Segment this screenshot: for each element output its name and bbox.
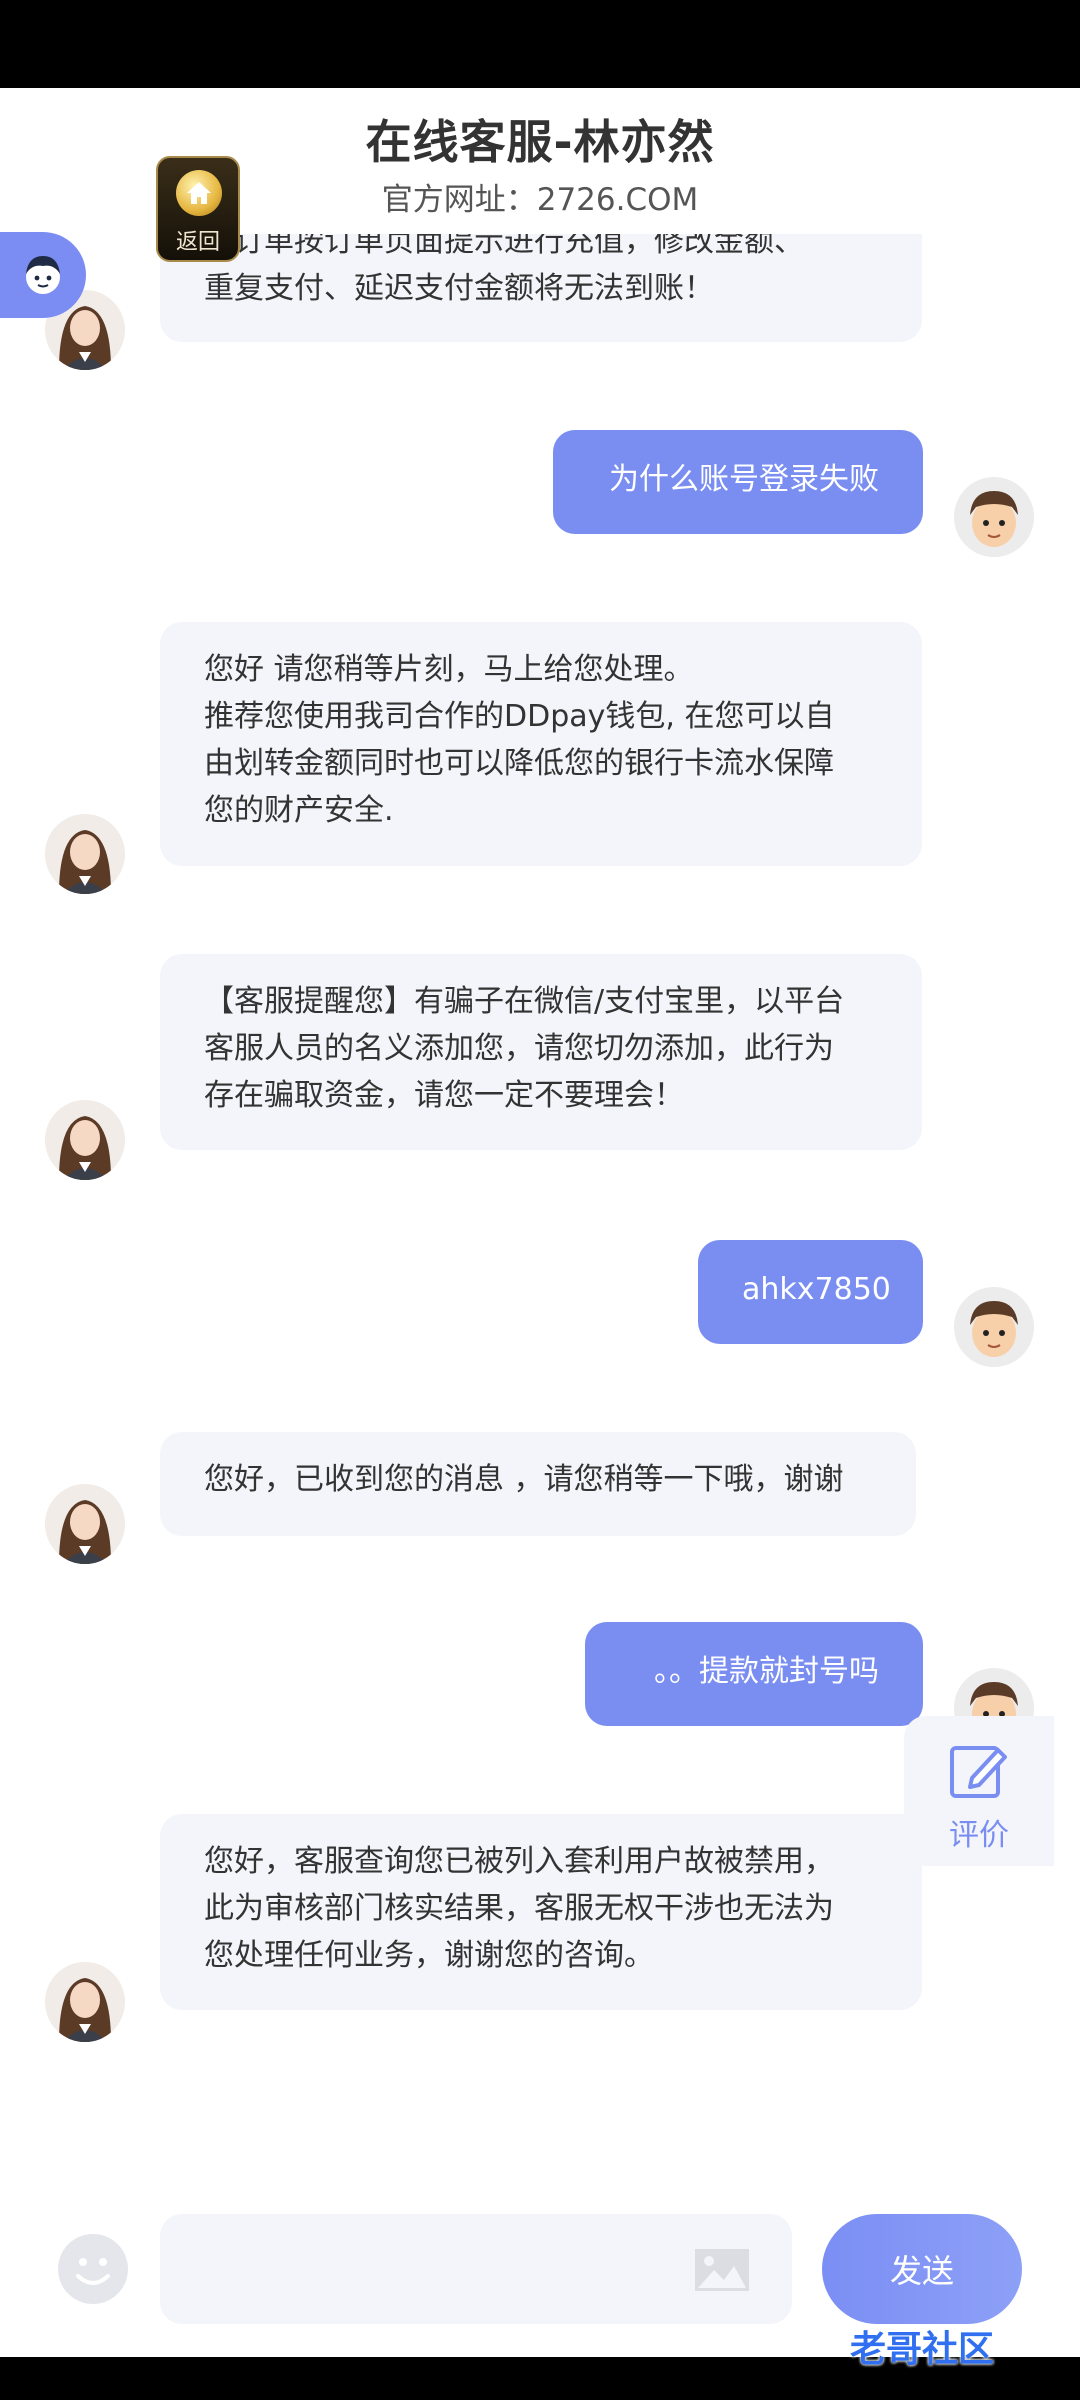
message-list[interactable]: 新订单按订单页面提示进行充值，修改金额、 重复支付、延迟支付金额将无法到账！ 为… <box>0 234 1080 2184</box>
agent-avatar <box>45 1100 125 1180</box>
user-message: 为什么账号登录失败 <box>553 430 923 534</box>
agent-face-icon <box>26 256 60 294</box>
agent-message: 您好，已收到您的消息 ，请您稍等一下哦，谢谢 <box>160 1432 916 1536</box>
message-line: 您处理任何业务，谢谢您的咨询。 <box>204 1938 654 1973</box>
message-line: 存在骗取资金，请您一定不要理会！ <box>204 1078 684 1113</box>
message-line: 新订单按订单页面提示进行充值，修改金额、 <box>204 234 804 259</box>
message-line: 此为审核部门核实结果，客服无权干涉也无法为 <box>204 1891 834 1926</box>
home-back-button[interactable]: 返回 <box>156 156 240 262</box>
message-line: 您好，客服查询您已被列入套利用户故被禁用， <box>204 1844 834 1879</box>
customer-service-tab[interactable] <box>0 232 86 318</box>
message-line: 【客服提醒您】有骗子在微信/支付宝里，以平台 <box>204 984 845 1019</box>
send-button[interactable]: 发送 <box>822 2214 1022 2324</box>
message-line: 您好 请您稍等片刻，马上给您处理。 <box>204 652 694 687</box>
message-line: 为什么账号登录失败 <box>609 462 879 497</box>
message-line: 。。提款就封号吗 <box>654 1654 879 1689</box>
agent-message: 您好 请您稍等片刻，马上给您处理。 推荐您使用我司合作的DDpay钱包, 在您可… <box>160 622 922 866</box>
agent-message: 您好，客服查询您已被列入套利用户故被禁用， 此为审核部门核实结果，客服无权干涉也… <box>160 1814 922 2010</box>
user-avatar <box>954 1287 1034 1367</box>
evaluate-label: 评价 <box>949 1818 1009 1853</box>
message-line: 您好，已收到您的消息 ，请您稍等一下哦，谢谢 <box>204 1462 844 1497</box>
smiley-icon <box>76 2258 110 2285</box>
user-avatar <box>954 477 1034 557</box>
message-line: 由划转金额同时也可以降低您的银行卡流水保障 <box>204 746 834 781</box>
home-icon <box>176 170 222 216</box>
image-upload-icon[interactable] <box>694 2248 750 2292</box>
agent-avatar <box>45 814 125 894</box>
user-message: ahkx7850 <box>698 1240 923 1344</box>
edit-icon <box>950 1746 1007 1798</box>
agent-message: 新订单按订单页面提示进行充值，修改金额、 重复支付、延迟支付金额将无法到账！ <box>160 234 922 342</box>
evaluate-button[interactable]: 评价 <box>904 1716 1054 1866</box>
agent-avatar <box>45 1484 125 1564</box>
status-bar <box>0 0 1080 88</box>
watermark-logo: 老哥社区 <box>850 2329 995 2370</box>
emoji-button[interactable] <box>58 2234 128 2304</box>
agent-message: 【客服提醒您】有骗子在微信/支付宝里，以平台 客服人员的名义添加您，请您切勿添加… <box>160 954 922 1150</box>
home-back-label: 返回 <box>175 230 220 255</box>
message-line: ahkx7850 <box>742 1272 891 1307</box>
message-line: 推荐您使用我司合作的DDpay钱包, 在您可以自 <box>204 699 835 734</box>
message-line: 重复支付、延迟支付金额将无法到账！ <box>204 271 714 306</box>
agent-avatar <box>45 1962 125 2042</box>
message-line: 客服人员的名义添加您，请您切勿添加，此行为 <box>204 1031 834 1066</box>
message-line: 您的财产安全. <box>204 793 394 828</box>
user-message: 。。提款就封号吗 <box>585 1622 923 1726</box>
